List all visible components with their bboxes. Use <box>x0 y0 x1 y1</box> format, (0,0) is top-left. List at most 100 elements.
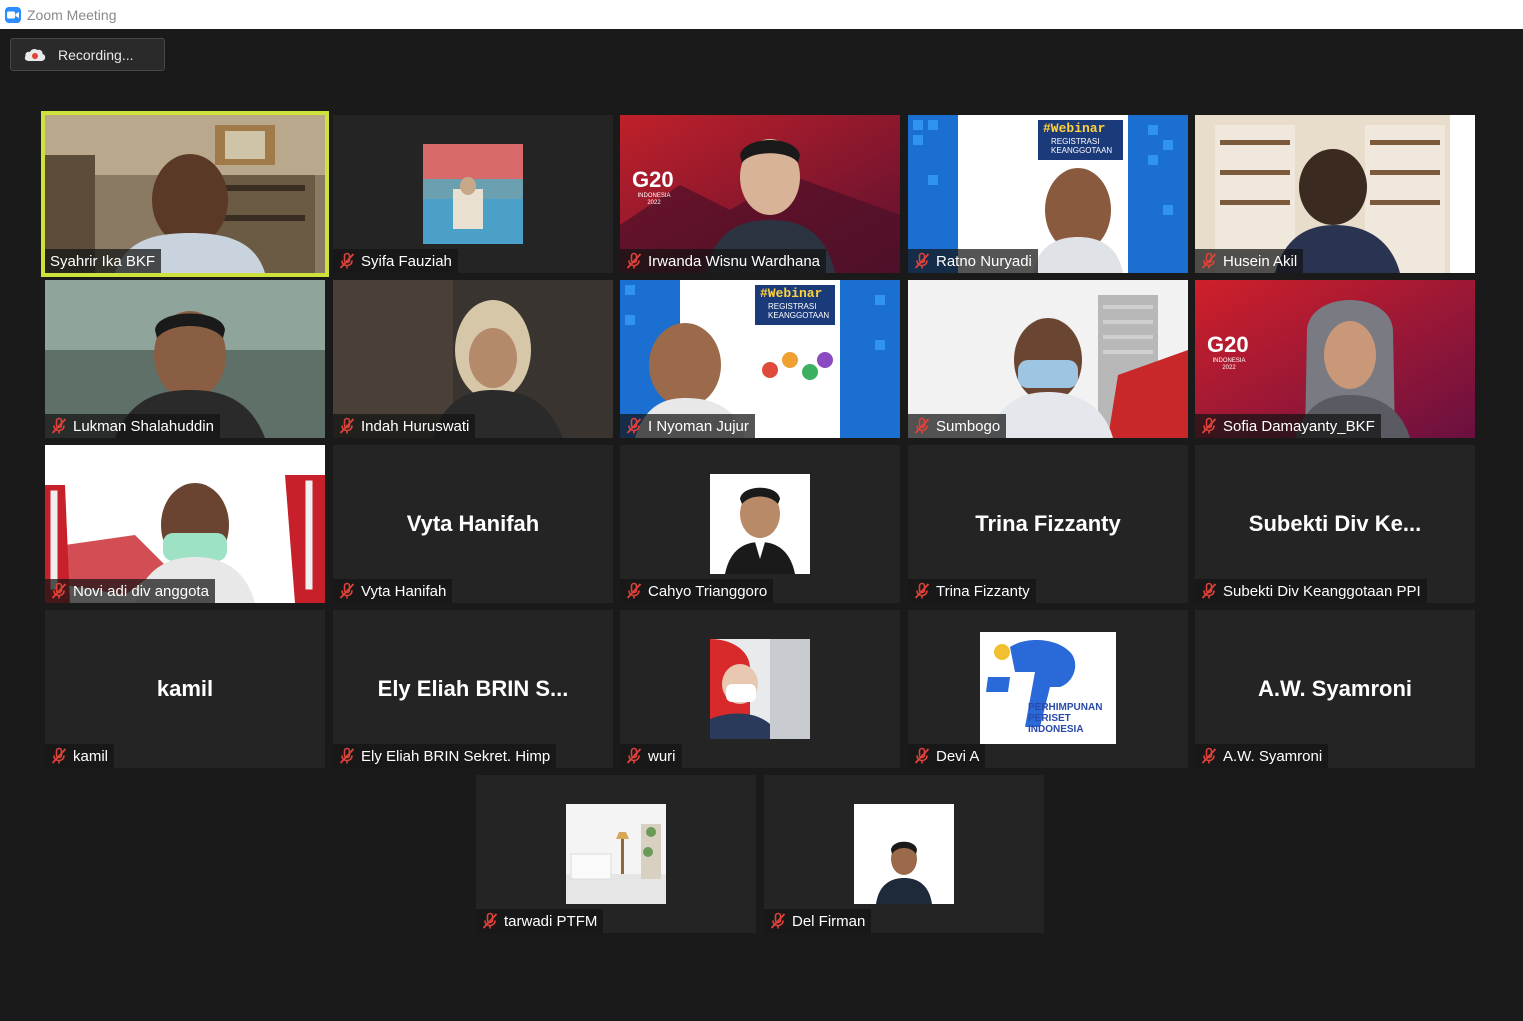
muted-mic-icon <box>51 417 67 434</box>
muted-mic-icon <box>914 747 930 764</box>
zoom-logo-icon <box>5 6 21 23</box>
participant-name-tag: Sumbogo <box>908 414 1007 438</box>
participant-name-tag: Vyta Hanifah <box>333 579 453 603</box>
participant-name-tag: Ratno Nuryadi <box>908 249 1038 273</box>
participant-name-tag: Subekti Div Keanggotaan PPI <box>1195 579 1427 603</box>
cloud-recording-icon <box>24 48 46 61</box>
muted-mic-icon <box>914 252 930 269</box>
participant-name-tag: Syahrir Ika BKF <box>45 249 162 273</box>
participant-name: wuri <box>648 747 676 765</box>
participant-tile[interactable]: wuri <box>620 610 900 768</box>
logo-text: PERHIMPUNAN PERISET INDONESIA <box>1028 702 1103 735</box>
participant-tile[interactable]: G20 INDONESIA 2022 Sofia Damayanty_BKF <box>1195 280 1475 438</box>
virtual-background-subtext: INDONESIA 2022 <box>637 193 671 206</box>
participant-name-tag: A.W. Syamroni <box>1195 744 1329 768</box>
muted-mic-icon <box>1201 582 1217 599</box>
participant-name-tag: Devi A <box>908 744 986 768</box>
participant-name: A.W. Syamroni <box>1223 747 1323 765</box>
muted-mic-icon <box>339 582 355 599</box>
participant-tile[interactable]: Sumbogo <box>908 280 1188 438</box>
participant-tile[interactable]: tarwadi PTFM <box>476 775 756 933</box>
participant-name: Vyta Hanifah <box>361 582 447 600</box>
participant-tile[interactable]: Syifa Fauziah <box>333 115 613 273</box>
participant-name-tag: wuri <box>620 744 682 768</box>
participant-name: Sumbogo <box>936 417 1001 435</box>
participant-name: tarwadi PTFM <box>504 912 598 930</box>
participant-name-tag: Cahyo Trianggoro <box>620 579 774 603</box>
muted-mic-icon <box>626 747 642 764</box>
participant-name-tag: Trina Fizzanty <box>908 579 1036 603</box>
participant-tile[interactable]: Indah Huruswati <box>333 280 613 438</box>
participant-name: Ely Eliah BRIN Sekret. Himp <box>361 747 551 765</box>
recording-indicator[interactable]: Recording... <box>10 38 165 71</box>
participant-name: Devi A <box>936 747 980 765</box>
participant-name-tag: Husein Akil <box>1195 249 1304 273</box>
participant-name-tag: I Nyoman Jujur <box>620 414 755 438</box>
muted-mic-icon <box>626 582 642 599</box>
participant-name: Novi adi div anggota <box>73 582 209 600</box>
participant-tile[interactable]: #Webinar REGISTRASI KEANGGOTAAN I Nyoman J… <box>620 280 900 438</box>
muted-mic-icon <box>626 252 642 269</box>
participant-tile[interactable]: Novi adi div anggota <box>45 445 325 603</box>
participant-tile[interactable]: Trina Fizzanty Trina Fizzanty <box>908 445 1188 603</box>
participant-name-tag: Indah Huruswati <box>333 414 476 438</box>
virtual-background-subtext: INDONESIA 2022 <box>1212 358 1246 371</box>
profile-picture <box>423 144 523 244</box>
participant-tile[interactable]: G20 INDONESIA 2022 Irwanda Wisnu Wardhana <box>620 115 900 273</box>
profile-picture <box>566 804 666 904</box>
participant-tile[interactable]: Ely Eliah BRIN S... Ely Eliah BRIN Sekret… <box>333 610 613 768</box>
participant-name: Irwanda Wisnu Wardhana <box>648 252 821 270</box>
participant-name-tag: Lukman Shalahuddin <box>45 414 220 438</box>
participant-name: Syahrir Ika BKF <box>50 252 156 270</box>
virtual-background-subtext: REGISTRASI KEANGGOTAAN <box>1051 137 1113 155</box>
participant-name-tag: Del Firman <box>764 909 872 933</box>
participant-tile[interactable]: Cahyo Trianggoro <box>620 445 900 603</box>
muted-mic-icon <box>1201 417 1217 434</box>
profile-picture <box>854 804 954 904</box>
participant-tile[interactable]: Del Firman <box>764 775 1044 933</box>
participant-name: I Nyoman Jujur <box>648 417 749 435</box>
participant-tile[interactable]: Subekti Div Ke... Subekti Div Keanggotaan… <box>1195 445 1475 603</box>
participant-name: Syifa Fauziah <box>361 252 452 270</box>
participant-name: Ratno Nuryadi <box>936 252 1032 270</box>
participant-name-tag: tarwadi PTFM <box>476 909 604 933</box>
virtual-background-text: #Webinar <box>760 286 823 301</box>
virtual-background-text: G20 <box>632 167 674 192</box>
participant-tile[interactable]: Lukman Shalahuddin <box>45 280 325 438</box>
participant-name-tag: Sofia Damayanty_BKF <box>1195 414 1381 438</box>
muted-mic-icon <box>51 582 67 599</box>
participant-tile[interactable]: A.W. Syamroni A.W. Syamroni <box>1195 610 1475 768</box>
muted-mic-icon <box>51 747 67 764</box>
participant-name: Subekti Div Keanggotaan PPI <box>1223 582 1421 600</box>
window-title: Zoom Meeting <box>27 6 117 23</box>
muted-mic-icon <box>1201 252 1217 269</box>
meeting-stage: Recording... Syahrir Ika BKF Syifa Fauzia… <box>0 29 1523 1021</box>
participant-name-tag: Syifa Fauziah <box>333 249 458 273</box>
participant-name: Trina Fizzanty <box>936 582 1030 600</box>
virtual-background-subtext: REGISTRASI KEANGGOTAAN <box>768 302 830 320</box>
title-bar: Zoom Meeting <box>0 0 1523 29</box>
participant-name: Indah Huruswati <box>361 417 470 435</box>
muted-mic-icon <box>626 417 642 434</box>
participant-tile[interactable]: #Webinar REGISTRASI KEANGGOTAAN Ratno Nury… <box>908 115 1188 273</box>
participant-tile[interactable]: Syahrir Ika BKF <box>41 111 329 277</box>
participant-name: Cahyo Trianggoro <box>648 582 768 600</box>
participant-tile[interactable]: kamil kamil <box>45 610 325 768</box>
virtual-background-text: #Webinar <box>1043 121 1106 136</box>
participant-name-tag: Irwanda Wisnu Wardhana <box>620 249 827 273</box>
muted-mic-icon <box>339 252 355 269</box>
muted-mic-icon <box>482 912 498 929</box>
muted-mic-icon <box>339 747 355 764</box>
profile-picture <box>710 639 810 739</box>
participant-tile[interactable]: PERHIMPUNAN PERISET INDONESIA Devi A <box>908 610 1188 768</box>
muted-mic-icon <box>770 912 786 929</box>
muted-mic-icon <box>339 417 355 434</box>
participant-name-tag: Ely Eliah BRIN Sekret. Himp <box>333 744 557 768</box>
participant-tile[interactable]: Husein Akil <box>1195 115 1475 273</box>
participant-name-tag: Novi adi div anggota <box>45 579 215 603</box>
participant-tile[interactable]: Vyta Hanifah Vyta Hanifah <box>333 445 613 603</box>
participant-name: Lukman Shalahuddin <box>73 417 214 435</box>
participant-name: Husein Akil <box>1223 252 1298 270</box>
muted-mic-icon <box>914 417 930 434</box>
participant-name: kamil <box>73 747 109 765</box>
